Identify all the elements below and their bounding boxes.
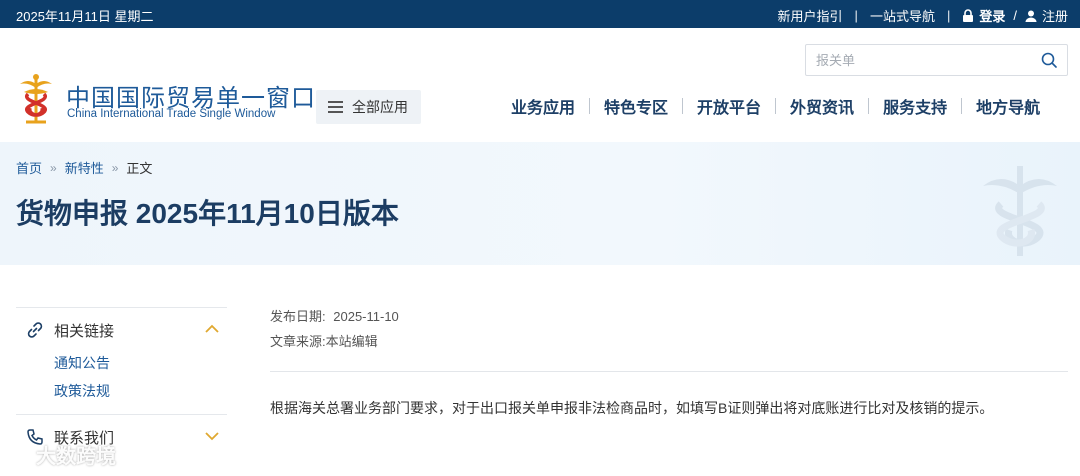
breadcrumb-separator: »: [111, 160, 119, 175]
chevron-down-icon[interactable]: [205, 431, 219, 441]
top-bar: 2025年11月11日 星期二 新用户指引 | 一站式导航 | 登录 / 注册: [0, 0, 1080, 28]
related-links-header[interactable]: 相关链接: [16, 308, 227, 352]
slash-divider: /: [1013, 8, 1017, 23]
publish-date-row: 发布日期: 2025-11-10: [270, 306, 399, 325]
search-input[interactable]: [806, 45, 1026, 75]
sidebar-link-policies[interactable]: 政策法规: [16, 380, 227, 408]
login-link[interactable]: 登录: [962, 6, 1005, 25]
search-box: [805, 44, 1068, 76]
nav-trade-news[interactable]: 外贸资讯: [776, 94, 868, 118]
nav-local-nav[interactable]: 地方导航: [962, 94, 1054, 118]
nav-business-apps[interactable]: 业务应用: [497, 94, 589, 118]
page-banner: 首页 » 新特性 » 正文 货物申报 2025年11月10日版本: [0, 142, 1080, 265]
divider: |: [946, 8, 951, 23]
breadcrumb-current: 正文: [126, 161, 153, 176]
breadcrumb-section[interactable]: 新特性: [65, 158, 104, 177]
login-label: 登录: [979, 9, 1006, 24]
nav-service-support[interactable]: 服务支持: [869, 94, 961, 118]
hamburger-menu-icon: [328, 101, 343, 113]
nav-open-platform[interactable]: 开放平台: [683, 94, 775, 118]
main-nav: 业务应用 特色专区 开放平台 外贸资讯 服务支持 地方导航: [497, 94, 1054, 118]
sidebar-link-notices[interactable]: 通知公告: [16, 352, 227, 380]
sidebar: 相关链接 通知公告 政策法规 联系我们: [16, 307, 227, 459]
watermark-text: 大数跨境: [36, 446, 116, 468]
brand-watermark: 大数跨境: [6, 440, 116, 469]
top-bar-links: 新用户指引 | 一站式导航 | 登录 / 注册: [778, 6, 1068, 25]
emblem-watermark-icon: [983, 166, 1057, 256]
related-links-label: 相关链接: [54, 322, 115, 340]
current-date: 2025年11月11日 星期二: [16, 9, 154, 24]
publish-date-label: 发布日期:: [270, 309, 326, 324]
user-icon: [1025, 10, 1037, 22]
lock-icon: [963, 9, 974, 22]
one-stop-nav-link[interactable]: 一站式导航: [870, 6, 935, 25]
nav-featured-zone[interactable]: 特色专区: [590, 94, 682, 118]
site-header: 中国国际贸易单一窗口 China International Trade Sin…: [0, 28, 1080, 142]
breadcrumb-home[interactable]: 首页: [16, 158, 42, 177]
source-value: 本站编辑: [325, 334, 378, 349]
publish-date-value: 2025-11-10: [333, 309, 399, 324]
breadcrumb-separator: »: [50, 160, 57, 175]
source-label: 文章来源:: [270, 334, 326, 349]
article-body: 根据海关总署业务部门要求，对于出口报关单申报非法检商品时，如填写B证则弹出将对底…: [270, 400, 994, 416]
page-title: 货物申报 2025年11月10日版本: [16, 198, 399, 229]
chevron-up-icon[interactable]: [205, 324, 219, 334]
register-link[interactable]: 注册: [1025, 6, 1068, 25]
new-user-guide-link[interactable]: 新用户指引: [778, 6, 843, 25]
breadcrumb: 首页 » 新特性 » 正文: [16, 158, 152, 177]
all-apps-button[interactable]: 全部应用: [316, 90, 421, 124]
source-row: 文章来源:本站编辑: [270, 331, 378, 350]
search-icon[interactable]: [1041, 52, 1057, 68]
customs-emblem-logo[interactable]: [16, 72, 56, 126]
watermark-logo-icon: [6, 445, 31, 464]
link-icon: [27, 322, 43, 338]
all-apps-label: 全部应用: [352, 99, 408, 115]
register-label: 注册: [1041, 9, 1068, 24]
related-links-group: 相关链接 通知公告 政策法规: [16, 307, 227, 408]
divider: |: [854, 8, 858, 23]
content-divider: [270, 371, 1068, 372]
brand-name-en[interactable]: China International Trade Single Window: [67, 108, 275, 120]
